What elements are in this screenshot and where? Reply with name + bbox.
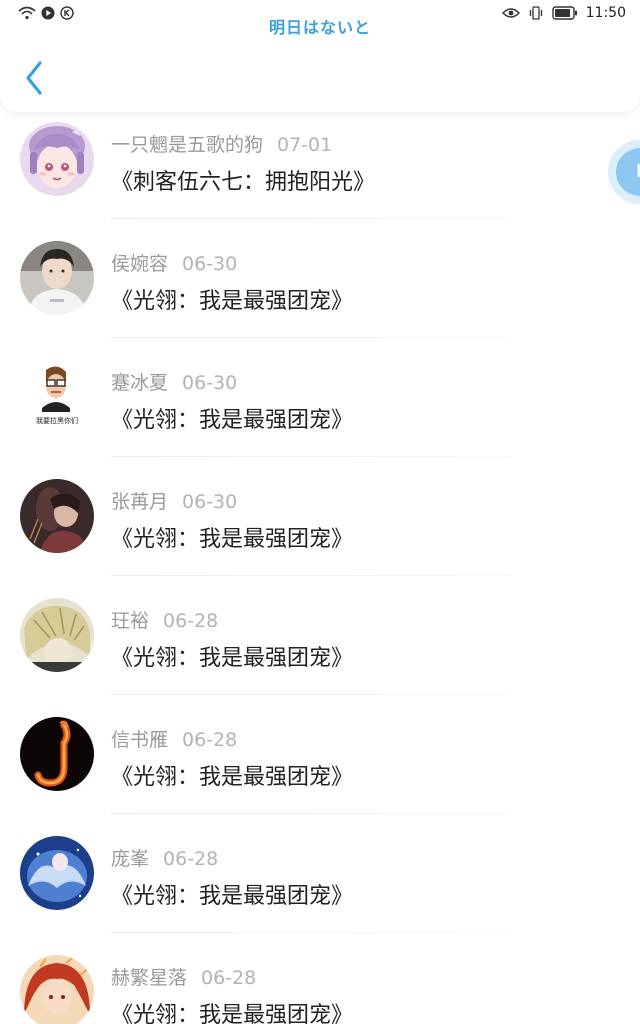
comment-date: 06-28 — [201, 967, 257, 989]
comment-date: 06-30 — [182, 491, 238, 513]
username[interactable]: 侯婉容 — [111, 253, 168, 275]
book-title-link[interactable]: 《光翎：我是最强团宠》 — [111, 640, 353, 672]
avatar[interactable] — [20, 955, 94, 1024]
comment-date: 07-01 — [277, 134, 333, 156]
cartoon-glasses-avatar-image: 我要拉黑你们 — [20, 360, 94, 434]
comment-date: 06-30 — [182, 372, 238, 394]
username[interactable]: 信书雁 — [111, 729, 168, 751]
page: 11:50 明日はないと K — [0, 0, 640, 1024]
list-item[interactable]: 信书雁 06-28 《光翎：我是最强团宠》 — [0, 695, 640, 814]
comment-meta: 张苒月 06-30 — [111, 487, 237, 514]
avatar[interactable] — [20, 598, 94, 672]
comment-date: 06-28 — [182, 729, 238, 751]
username[interactable]: 赫繁星落 — [111, 967, 187, 989]
comment-date: 06-28 — [163, 610, 219, 632]
header: 11:50 明日はないと — [0, 0, 640, 112]
back-button[interactable] — [20, 58, 50, 98]
blue-wings-avatar-image — [20, 836, 94, 910]
avatar-caption: 我要拉黑你们 — [36, 416, 78, 425]
comment-meta: 庞峯 06-28 — [111, 844, 218, 871]
book-title-link[interactable]: 《刺客伍六七：拥抱阳光》 — [111, 164, 375, 196]
book-title-link[interactable]: 《光翎：我是最强团宠》 — [111, 997, 353, 1024]
comment-meta: 一只魍是五歌的狗 07-01 — [111, 130, 332, 157]
list-item[interactable]: 我要拉黑你们 蹇冰夏 06-30 《光翎：我是最强团宠》 — [0, 338, 640, 457]
list-item[interactable]: 玨裕 06-28 《光翎：我是最强团宠》 — [0, 576, 640, 695]
avatar[interactable] — [20, 122, 94, 196]
list-item[interactable]: 张苒月 06-30 《光翎：我是最强团宠》 — [0, 457, 640, 576]
avatar[interactable] — [20, 717, 94, 791]
chevron-left-icon — [26, 61, 42, 95]
username[interactable]: 一只魍是五歌的狗 — [111, 134, 263, 156]
comment-meta: 侯婉容 06-30 — [111, 249, 237, 276]
list-item[interactable]: 侯婉容 06-30 《光翎：我是最强团宠》 — [0, 219, 640, 338]
username[interactable]: 张苒月 — [111, 491, 168, 513]
red-hair-avatar-image — [20, 955, 94, 1024]
list-item[interactable]: 赫繁星落 06-28 《光翎：我是最强团宠》 — [0, 933, 640, 1024]
comment-date: 06-28 — [163, 848, 219, 870]
avatar[interactable] — [20, 479, 94, 553]
anime-girl-avatar-image — [20, 122, 94, 196]
dark-costume-avatar-image — [20, 479, 94, 553]
comment-list: 一只魍是五歌的狗 07-01 《刺客伍六七：拥抱阳光》 侯婉容 06-30 《光… — [0, 100, 640, 1024]
username[interactable]: 蹇冰夏 — [111, 372, 168, 394]
floating-button-inner: K — [616, 148, 640, 196]
avatar[interactable]: 我要拉黑你们 — [20, 360, 94, 434]
avatar[interactable] — [20, 836, 94, 910]
young-man-photo-avatar-image — [20, 241, 94, 315]
username[interactable]: 玨裕 — [111, 610, 149, 632]
comment-meta: 玨裕 06-28 — [111, 606, 218, 633]
comment-meta: 赫繁星落 06-28 — [111, 963, 256, 990]
avatar[interactable] — [20, 241, 94, 315]
floating-button-letter: K — [636, 161, 640, 182]
book-title-link[interactable]: 《光翎：我是最强团宠》 — [111, 759, 353, 791]
book-title-link[interactable]: 《光翎：我是最强团宠》 — [111, 402, 353, 434]
fire-letter-avatar-image — [20, 717, 94, 791]
comment-meta: 信书雁 06-28 — [111, 725, 237, 752]
book-title-link[interactable]: 《光翎：我是最强团宠》 — [111, 283, 353, 315]
page-title: 明日はないと — [268, 18, 371, 37]
book-title-link[interactable]: 《光翎：我是最强团宠》 — [111, 878, 353, 910]
golden-hair-avatar-image — [20, 598, 94, 672]
comment-date: 06-30 — [182, 253, 238, 275]
list-item[interactable]: 庞峯 06-28 《光翎：我是最强团宠》 — [0, 814, 640, 933]
list-item[interactable]: 一只魍是五歌的狗 07-01 《刺客伍六七：拥抱阳光》 — [0, 100, 640, 219]
comment-meta: 蹇冰夏 06-30 — [111, 368, 237, 395]
book-title-link[interactable]: 《光翎：我是最强团宠》 — [111, 521, 353, 553]
username[interactable]: 庞峯 — [111, 848, 149, 870]
